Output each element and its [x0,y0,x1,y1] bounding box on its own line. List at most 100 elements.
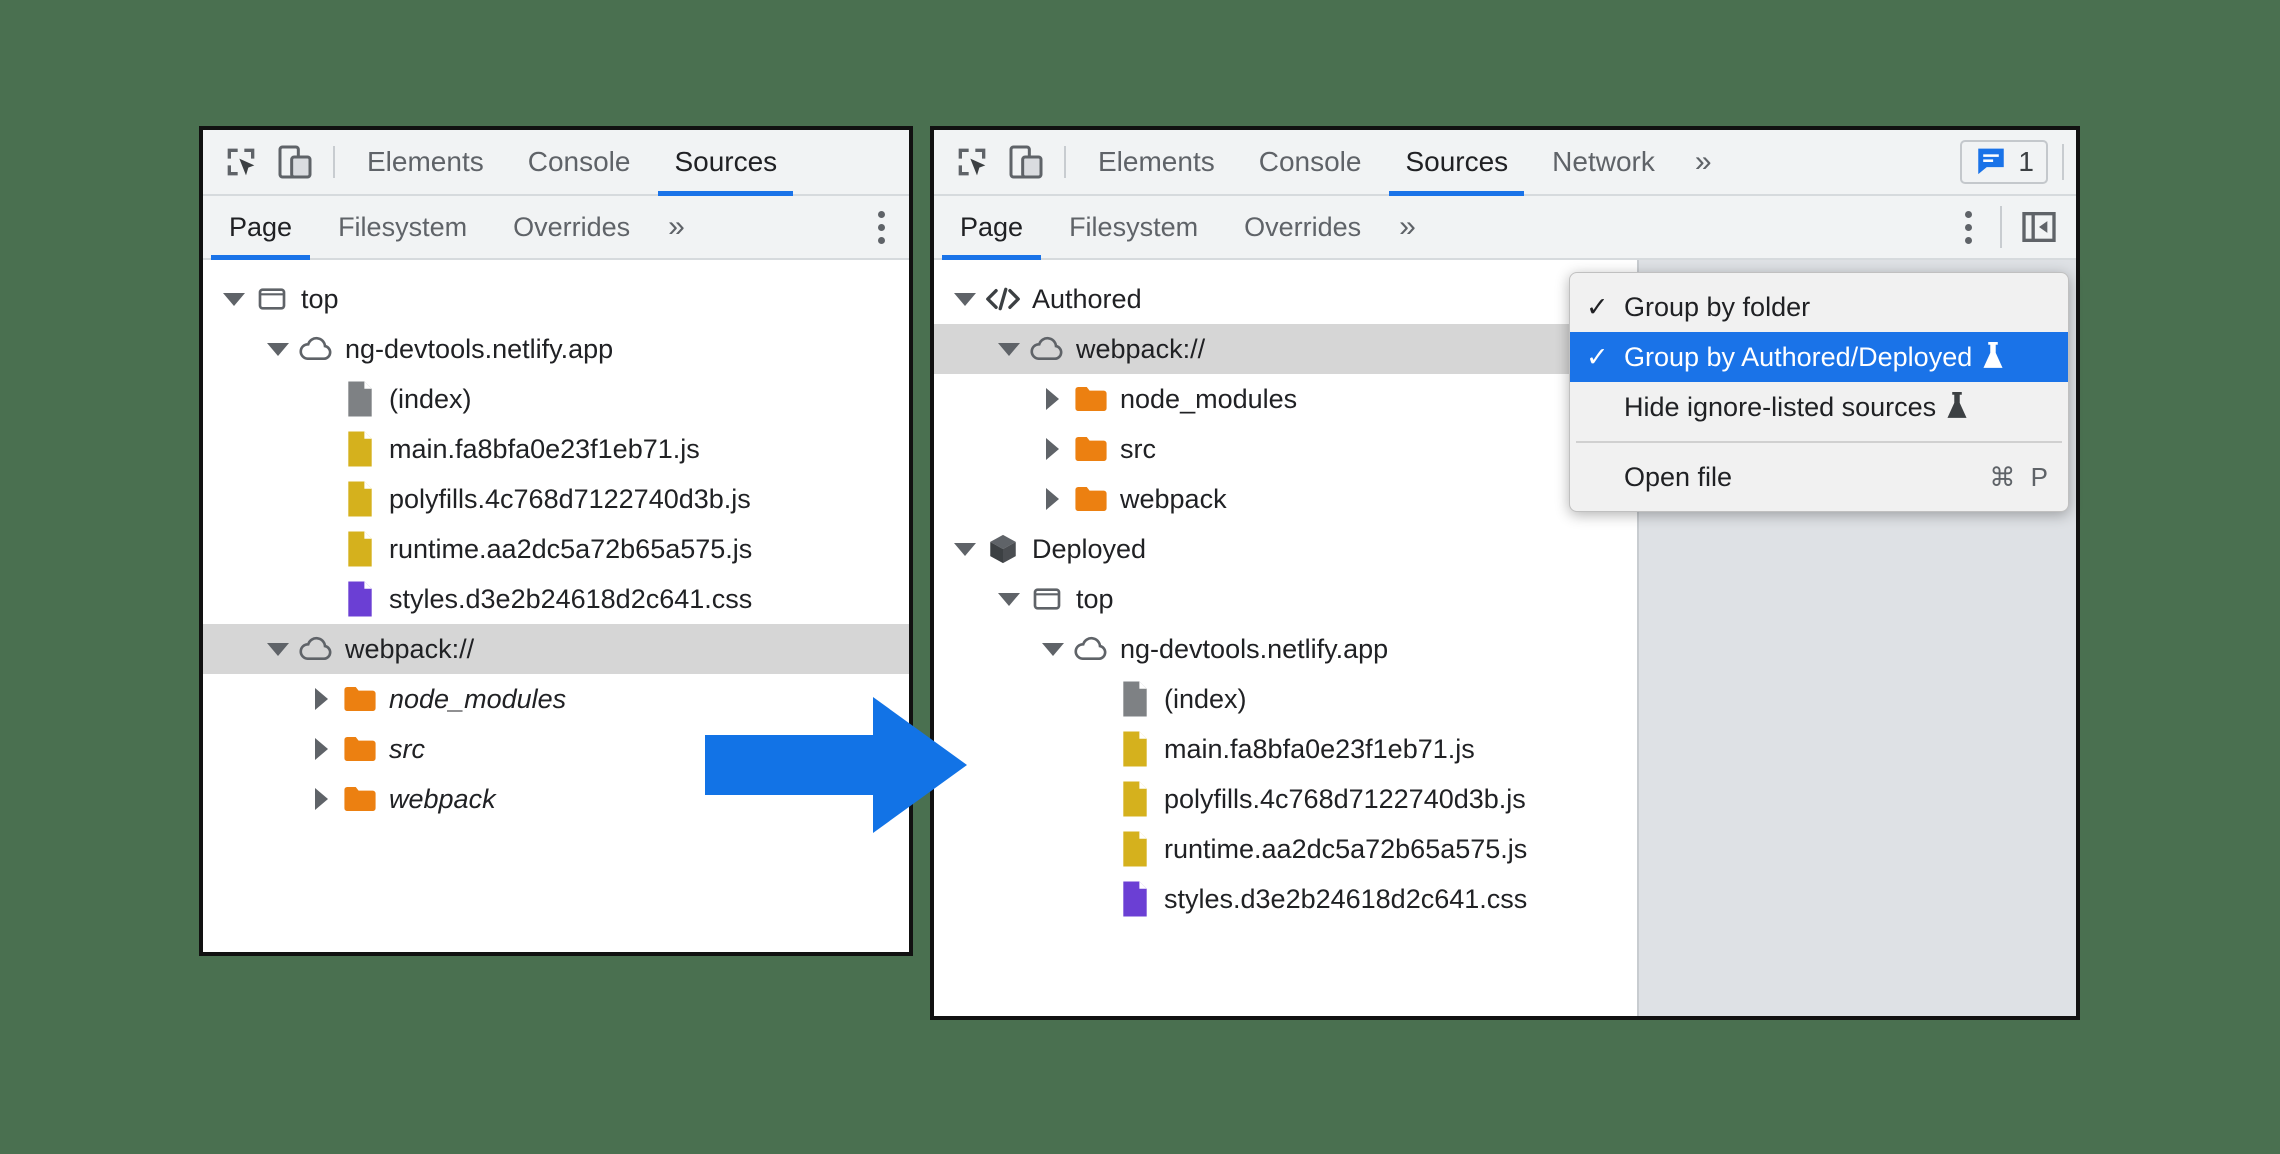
right-main-toolbar: Elements Console Sources Network » 1 [934,130,2076,196]
folder-icon [341,685,379,713]
tree-row[interactable]: runtime.aa2dc5a72b65a575.js [934,824,1637,874]
menu-item[interactable]: ✓ Group by folder [1570,282,2068,332]
menu-item-label: Group by Authored/Deployed [1624,341,1973,372]
left-sub-toolbar: Page Filesystem Overrides » [203,196,909,260]
tree-row-label: ng-devtools.netlify.app [345,333,614,364]
collapse-sidebar-icon[interactable] [2002,196,2076,258]
tree-row[interactable]: Authored [934,274,1637,324]
frame-icon [1028,583,1066,615]
folder-icon [1072,385,1110,413]
tree-row[interactable]: src [934,424,1637,474]
right-navigator-tree[interactable]: Authored webpack:// node_modules src webpack… [934,260,1637,1016]
more-panels-icon[interactable]: » [1677,130,1730,194]
tree-row-label: main.fa8bfa0e23f1eb71.js [1164,733,1475,764]
menu-item-label: Hide ignore-listed sources [1624,391,1937,422]
tree-row-label: top [301,283,339,314]
subtab-overrides[interactable]: Overrides [1224,196,1381,258]
folder-icon [341,785,379,813]
tree-row-label: runtime.aa2dc5a72b65a575.js [389,533,753,564]
menu-item[interactable]: ✓ Group by Authored/Deployed [1570,332,2068,382]
checkmark-icon: ✓ [1586,341,1609,372]
subtab-page[interactable]: Page [940,196,1043,260]
tree-row[interactable]: runtime.aa2dc5a72b65a575.js [203,524,909,574]
menu-item-label: Group by folder [1624,291,1811,322]
left-main-toolbar: Elements Console Sources [203,130,909,196]
subbar-spacer [703,196,853,258]
document-icon [1116,680,1154,718]
checkmark-icon: ✓ [1586,291,1609,322]
tree-row[interactable]: Deployed [934,524,1637,574]
sources-options-menu[interactable]: ✓ Group by folder ✓ Group by Authored/Deplo… [1569,272,2069,512]
tree-row[interactable]: webpack:// [934,324,1637,374]
tree-row[interactable]: styles.d3e2b24618d2c641.css [203,574,909,624]
subtab-filesystem[interactable]: Filesystem [1049,196,1218,258]
tree-row-label: styles.d3e2b24618d2c641.css [389,583,753,614]
tree-row[interactable]: (index) [934,674,1637,724]
folder-icon [341,735,379,763]
subtab-page[interactable]: Page [209,196,312,260]
devtools-panel-after: Elements Console Sources Network » 1 Pag… [930,126,2080,1020]
left-panel-tabs: Elements Console Sources [345,130,799,196]
tree-row-label: runtime.aa2dc5a72b65a575.js [1164,833,1528,864]
inspect-element-icon[interactable] [221,142,261,182]
tree-row[interactable]: node_modules [934,374,1637,424]
menu-item[interactable]: Hide ignore-listed sources [1570,382,2068,432]
folder-icon [1072,435,1110,463]
tree-row-label: polyfills.4c768d7122740d3b.js [1164,783,1526,814]
left-navigator-tree[interactable]: top ng-devtools.netlify.app (index) main.fa… [203,260,909,952]
device-toolbar-icon[interactable] [1006,142,1046,182]
left-panel-body: top ng-devtools.netlify.app (index) main.fa… [203,260,909,952]
blue-right-arrow [705,697,967,838]
tree-row-label: webpack [389,783,496,814]
tree-row-label: main.fa8bfa0e23f1eb71.js [389,433,700,464]
tree-row-label: node_modules [389,683,567,714]
more-options-icon[interactable] [1940,196,1996,258]
frame-icon [253,283,291,315]
menu-separator [1576,441,2062,443]
tree-row[interactable]: webpack [934,474,1637,524]
tree-row[interactable]: polyfills.4c768d7122740d3b.js [203,474,909,524]
tree-row[interactable]: (index) [203,374,909,424]
subtab-filesystem[interactable]: Filesystem [318,196,487,258]
tree-row-label: (index) [389,383,472,414]
tree-row[interactable]: polyfills.4c768d7122740d3b.js [934,774,1637,824]
tree-row[interactable]: ng-devtools.netlify.app [934,624,1637,674]
inspect-element-icon[interactable] [952,142,992,182]
tree-row-label: top [1076,583,1114,614]
tree-row[interactable]: webpack:// [203,624,909,674]
cloud-icon [1072,634,1110,664]
tree-row[interactable]: main.fa8bfa0e23f1eb71.js [203,424,909,474]
cloud-icon [1028,334,1066,364]
tree-row[interactable]: top [203,274,909,324]
toolbar-divider [1064,146,1066,178]
tab-sources[interactable]: Sources [1383,130,1530,196]
document-icon [341,380,379,418]
more-tabs-icon[interactable]: » [1381,196,1434,258]
tab-sources[interactable]: Sources [652,130,799,196]
more-options-icon[interactable] [853,196,909,258]
tree-row-label: webpack:// [1076,333,1206,364]
tab-elements[interactable]: Elements [345,130,506,194]
toolbar-right-divider [2062,144,2064,180]
tab-elements[interactable]: Elements [1076,130,1237,194]
css-file-icon [1116,880,1154,918]
tree-row-label: Authored [1032,283,1142,314]
tree-row[interactable]: main.fa8bfa0e23f1eb71.js [934,724,1637,774]
device-toolbar-icon[interactable] [275,142,315,182]
tree-row-label: polyfills.4c768d7122740d3b.js [389,483,751,514]
issues-button[interactable]: 1 [1960,140,2048,184]
more-tabs-icon[interactable]: » [650,196,703,258]
cloud-icon [297,634,335,664]
tree-row-label: webpack [1120,483,1227,514]
tree-row-label: ng-devtools.netlify.app [1120,633,1389,664]
tree-row[interactable]: styles.d3e2b24618d2c641.css [934,874,1637,924]
tab-network[interactable]: Network [1530,130,1677,194]
js-file-icon [341,430,379,468]
tree-row[interactable]: ng-devtools.netlify.app [203,324,909,374]
tree-row[interactable]: top [934,574,1637,624]
tab-console[interactable]: Console [1237,130,1384,194]
subtab-overrides[interactable]: Overrides [493,196,650,258]
menu-item-open-file[interactable]: Open file ⌘ P [1570,452,2068,502]
js-file-icon [341,480,379,518]
tab-console[interactable]: Console [506,130,653,194]
